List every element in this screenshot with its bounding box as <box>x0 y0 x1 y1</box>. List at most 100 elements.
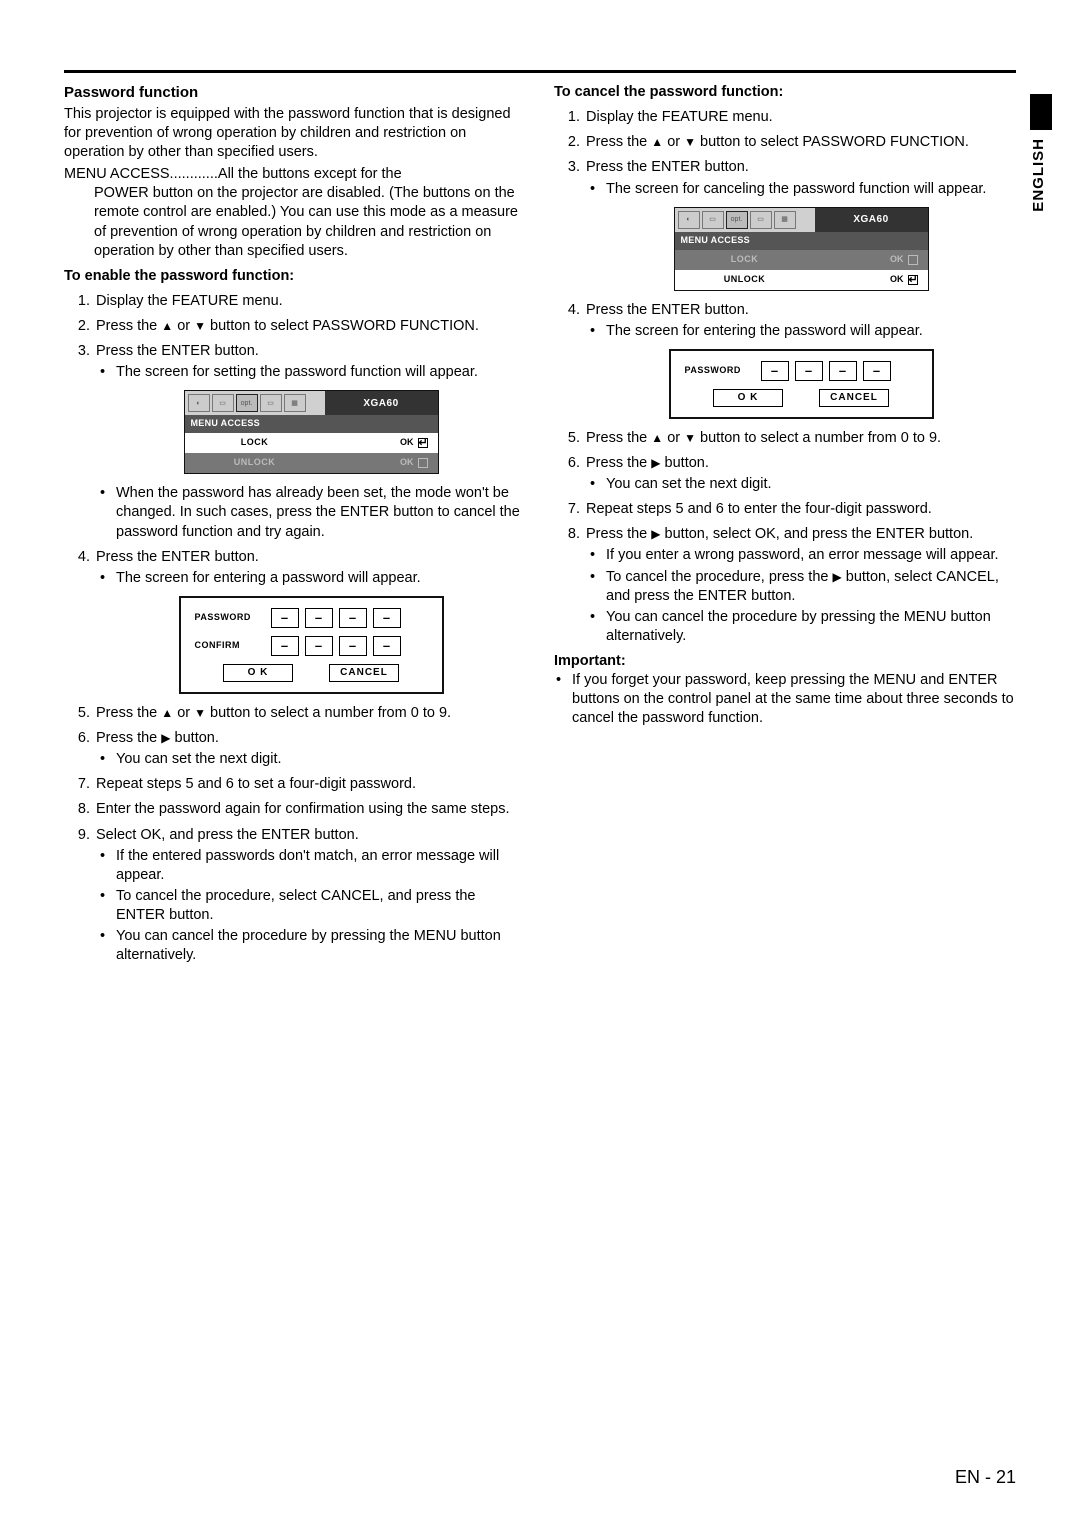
enter-icon <box>908 255 918 265</box>
step-text: Press the <box>96 318 161 334</box>
ok-label: OK <box>890 274 904 286</box>
important-title: Important: <box>554 652 1016 671</box>
menu-tab-opt: opt. <box>236 394 258 412</box>
step-text: Press the <box>586 526 651 542</box>
step-text: button to select PASSWORD FUNCTION. <box>206 318 479 334</box>
step-text: button to select PASSWORD FUNCTION. <box>696 134 969 150</box>
password-digit: – <box>373 608 401 628</box>
step-text: Press the ENTER button. <box>96 549 259 565</box>
opt-label: opt. <box>241 399 253 408</box>
enter-icon <box>418 458 428 468</box>
step-text: or <box>173 705 194 721</box>
step-bullet: When the password has already been set, … <box>116 484 526 541</box>
menu-row-unlock: UNLOCK OK <box>185 453 438 473</box>
step-bullet: The screen for entering the password wil… <box>606 322 1016 341</box>
enter-icon <box>418 438 428 448</box>
cancel-step-2: Press the ▲ or ▼ button to select PASSWO… <box>584 133 1016 152</box>
cancel-step-5: Press the ▲ or ▼ button to select a numb… <box>584 429 1016 448</box>
step-text: or <box>663 430 684 446</box>
step-text: Press the ENTER button. <box>586 159 749 175</box>
enter-icon <box>908 275 918 285</box>
menu-title: MENU ACCESS <box>675 232 928 250</box>
intro-paragraph: This projector is equipped with the pass… <box>64 105 526 162</box>
important-bullet: If you forget your password, keep pressi… <box>572 671 1016 728</box>
ok-label: OK <box>400 437 414 449</box>
step-text: Press the <box>96 730 161 746</box>
section-title-password: Password function <box>64 83 526 103</box>
step-bullet: You can cancel the procedure by pressing… <box>606 608 1016 646</box>
menu-tab-icon: ▭ <box>750 211 772 229</box>
ok-label: OK <box>400 457 414 469</box>
password-label: PASSWORD <box>685 365 761 377</box>
step-bullet: To cancel the procedure, press the ▶ but… <box>606 568 1016 606</box>
right-arrow-icon: ▶ <box>651 456 660 470</box>
lock-label: LOCK <box>675 254 815 266</box>
unlock-label: UNLOCK <box>675 274 815 286</box>
cancel-step-3: Press the ENTER button. The screen for c… <box>584 158 1016 290</box>
enable-title: To enable the password function: <box>64 267 526 286</box>
ok-button-graphic: O K <box>223 664 293 682</box>
step-text: button, select OK, and press the ENTER b… <box>661 526 974 542</box>
enable-step-8: Enter the password again for confirmatio… <box>94 800 526 819</box>
step-bullet: If you enter a wrong password, an error … <box>606 546 1016 565</box>
confirm-digit: – <box>271 636 299 656</box>
cancel-step-7: Repeat steps 5 and 6 to enter the four-d… <box>584 500 1016 519</box>
cancel-step-8: Press the ▶ button, select OK, and press… <box>584 525 1016 646</box>
password-digit: – <box>339 608 367 628</box>
important-list: If you forget your password, keep pressi… <box>554 671 1016 728</box>
password-digit: – <box>795 361 823 381</box>
menu-row-lock: LOCK OK <box>185 433 438 453</box>
step-bullet: To cancel the procedure, select CANCEL, … <box>116 887 526 925</box>
menu-access-label: MENU ACCESS............ <box>64 166 218 182</box>
enable-steps: Display the FEATURE menu. Press the ▲ or… <box>64 292 526 966</box>
menu-access-description: MENU ACCESS............All the buttons e… <box>64 165 526 261</box>
cancel-step-1: Display the FEATURE menu. <box>584 108 1016 127</box>
right-arrow-icon: ▶ <box>161 731 170 745</box>
step-text: Press the <box>586 430 651 446</box>
step-bullet: The screen for setting the password func… <box>116 363 526 382</box>
cancel-step-6: Press the ▶ button. You can set the next… <box>584 454 1016 494</box>
password-entry-figure: PASSWORD – – – – CONFIRM <box>179 596 444 694</box>
language-side-tab: ENGLISH <box>1030 94 1052 214</box>
down-arrow-icon: ▼ <box>194 706 206 720</box>
step-bullet: You can set the next digit. <box>606 475 1016 494</box>
enable-step-7: Repeat steps 5 and 6 to set a four-digit… <box>94 775 526 794</box>
menu-tab-icon: ▭ <box>212 394 234 412</box>
password-digit: – <box>305 608 333 628</box>
cancel-steps: Display the FEATURE menu. Press the ▲ or… <box>554 108 1016 646</box>
up-arrow-icon: ▲ <box>651 431 663 445</box>
enable-step-2: Press the ▲ or ▼ button to select PASSWO… <box>94 317 526 336</box>
cancel-button-graphic: CANCEL <box>329 664 399 682</box>
side-tab-language: ENGLISH <box>1030 138 1052 212</box>
confirm-digit: – <box>373 636 401 656</box>
step-text: Press the ENTER button. <box>586 302 749 318</box>
right-column: To cancel the password function: Display… <box>554 83 1016 965</box>
enable-step-3: Press the ENTER button. The screen for s… <box>94 342 526 542</box>
down-arrow-icon: ▼ <box>194 319 206 333</box>
up-arrow-icon: ▲ <box>651 135 663 149</box>
password-digit: – <box>271 608 299 628</box>
step-text: button. <box>171 730 219 746</box>
ok-label: OK <box>890 254 904 266</box>
enable-step-1: Display the FEATURE menu. <box>94 292 526 311</box>
confirm-digit: – <box>339 636 367 656</box>
step-text: button. <box>661 455 709 471</box>
step-text: button to select a number from 0 to 9. <box>206 705 451 721</box>
enable-step-5: Press the ▲ or ▼ button to select a numb… <box>94 704 526 723</box>
menu-tab-icon: ◐ <box>678 211 700 229</box>
menu-title: MENU ACCESS <box>185 415 438 433</box>
step-text: Press the <box>96 705 161 721</box>
page-rule <box>64 70 1016 73</box>
up-arrow-icon: ▲ <box>161 706 173 720</box>
signal-label: XGA60 <box>815 208 928 232</box>
menu-tab-icon: ▦ <box>284 394 306 412</box>
bullet-text: To cancel the procedure, press the <box>606 569 833 585</box>
menu-access-body: POWER button on the projector are disabl… <box>64 184 526 261</box>
step-text: or <box>173 318 194 334</box>
cancel-step-4: Press the ENTER button. The screen for e… <box>584 301 1016 419</box>
step-text: button to select a number from 0 to 9. <box>696 430 941 446</box>
cancel-title: To cancel the password function: <box>554 83 1016 102</box>
right-arrow-icon: ▶ <box>833 570 842 584</box>
menu-tab-icon: ▭ <box>702 211 724 229</box>
lock-label: LOCK <box>185 437 325 449</box>
